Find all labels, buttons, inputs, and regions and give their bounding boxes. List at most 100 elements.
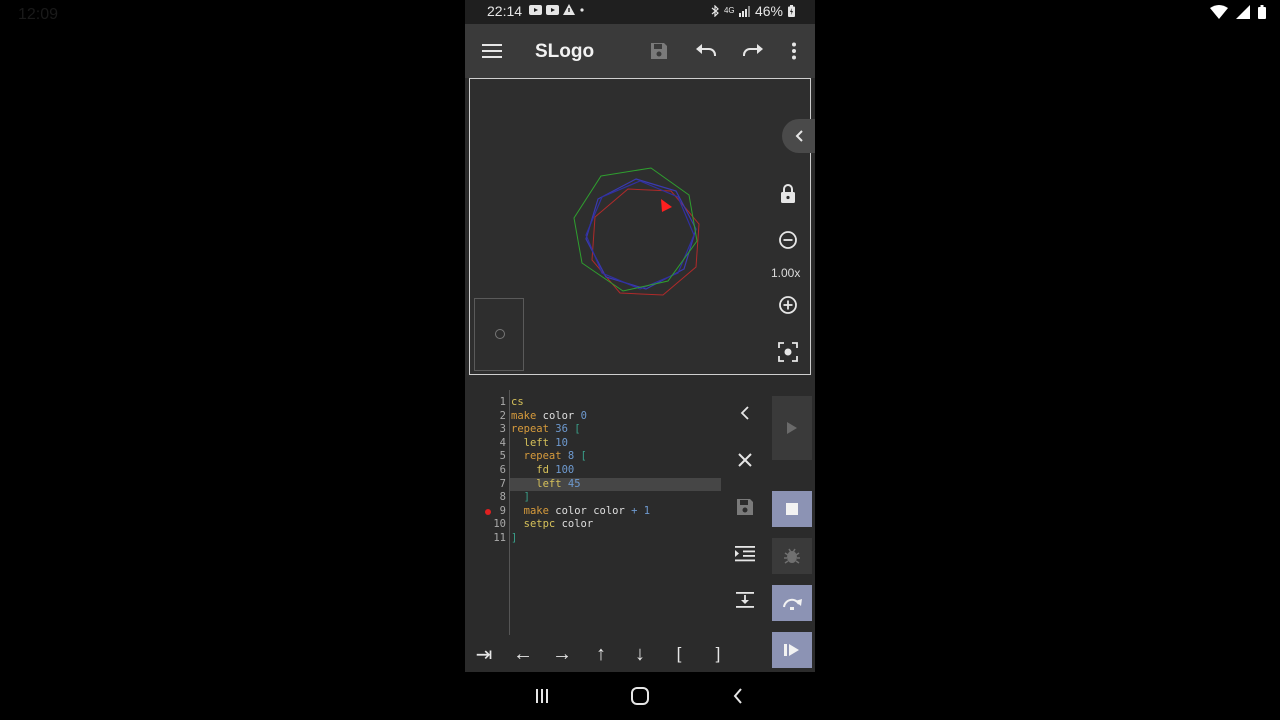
zoom-out-icon (779, 231, 797, 249)
line-number: 5 (499, 450, 506, 463)
step-over-button[interactable] (772, 585, 812, 621)
code-token: color (536, 409, 581, 422)
code-text: repeat 8 [ (511, 450, 587, 463)
status-time: 22:14 (487, 3, 523, 19)
line-number: 4 (499, 436, 506, 449)
more-options-button[interactable] (782, 39, 806, 63)
home-button[interactable] (628, 684, 652, 708)
minimap[interactable] (474, 298, 524, 371)
insert-button[interactable] (733, 588, 757, 612)
code-token: 10 (548, 436, 568, 449)
app-bar: SLogo (465, 24, 815, 78)
code-line[interactable]: 2 make color 0 (465, 410, 815, 423)
code-token: [ (574, 423, 581, 436)
collapse-editor-button[interactable] (733, 401, 757, 425)
keyboard-accessory-row: ⇥ ← → ↑ ↓ [ ] (465, 632, 815, 672)
trail-blue-inner (585, 180, 695, 290)
code-token: left (511, 436, 549, 449)
play-icon (787, 422, 797, 434)
canvas-panel-toggle[interactable] (782, 119, 815, 153)
back-button[interactable] (726, 684, 750, 708)
status-bar: 22:14 4G 46% (465, 0, 815, 24)
battery-charging-icon (788, 5, 795, 17)
code-token: color (555, 518, 594, 531)
step-button[interactable] (772, 632, 812, 668)
code-token: [ (580, 450, 587, 463)
line-number: 9 (499, 504, 506, 517)
app-title: SLogo (535, 41, 595, 62)
code-line[interactable]: 7 left 45 (465, 477, 815, 491)
center-view-button[interactable] (776, 340, 800, 364)
bluetooth-icon (711, 5, 719, 17)
format-indent-icon (735, 546, 755, 562)
more-vert-icon (792, 42, 796, 60)
save-button[interactable] (647, 39, 671, 63)
run-button[interactable] (772, 396, 812, 460)
code-token: + 1 (631, 504, 651, 517)
code-token: left (511, 477, 562, 490)
code-line[interactable]: 4 left 10 (465, 437, 815, 450)
cursor-up-key[interactable]: ↑ (587, 642, 615, 666)
recents-button[interactable] (530, 684, 554, 708)
status-right: 4G 46% (711, 3, 795, 19)
cursor-down-key[interactable]: ↓ (626, 642, 654, 666)
code-token: 36 (548, 423, 575, 436)
code-line[interactable]: 1 cs (465, 396, 815, 409)
code-token: fd (511, 464, 549, 476)
phone-screen: 22:14 4G 46% SLogo 1.00x 1 cs 2 make col… (465, 0, 815, 720)
lock-button[interactable] (776, 181, 800, 205)
code-token: ] (511, 532, 518, 544)
code-token: repeat (511, 423, 549, 436)
code-line[interactable]: 9 make color color + 1 (465, 505, 815, 518)
code-line[interactable]: 8 ] (465, 491, 815, 504)
close-bracket-key[interactable]: ] (704, 642, 732, 666)
navigation-bar (465, 672, 815, 720)
redo-button[interactable] (741, 39, 765, 63)
line-number: 3 (499, 423, 506, 436)
undo-icon (696, 44, 716, 56)
cursor-left-key[interactable]: ← (509, 642, 537, 666)
zoom-in-button[interactable] (776, 293, 800, 317)
code-line[interactable]: 3 repeat 36 [ (465, 423, 815, 436)
dot-icon (580, 7, 584, 12)
code-token: 100 (548, 464, 575, 476)
turtle-canvas[interactable]: 1.00x (469, 78, 815, 375)
code-line[interactable]: 6 fd 100 (465, 464, 815, 477)
chevron-left-icon (740, 406, 749, 420)
line-number: 2 (499, 409, 506, 422)
code-editor[interactable]: 1 cs 2 make color 0 3 repeat 36 [4 left 10 5 r… (465, 390, 815, 635)
close-icon (738, 453, 752, 467)
zoom-in-icon (779, 296, 797, 314)
format-button[interactable] (733, 542, 757, 566)
zoom-out-button[interactable] (776, 228, 800, 252)
debug-icon (784, 548, 800, 564)
network-type: 4G (723, 6, 735, 15)
home-icon (631, 687, 649, 705)
line-number: 7 (499, 477, 506, 490)
step-over-icon (783, 598, 802, 610)
stop-button[interactable] (772, 491, 812, 527)
recents-icon (536, 689, 548, 703)
signal-icon (1236, 5, 1250, 19)
code-text: setpc color (511, 518, 594, 531)
line-number: 6 (499, 464, 506, 476)
debug-button[interactable] (772, 538, 812, 574)
save-code-button[interactable] (733, 495, 757, 519)
code-text: make color color + 1 (511, 505, 650, 518)
save-icon (737, 499, 753, 515)
code-line[interactable]: 10 setpc color (465, 518, 815, 531)
clear-button[interactable] (733, 448, 757, 472)
open-bracket-key[interactable]: [ (665, 642, 693, 666)
code-line[interactable]: 11] (465, 532, 815, 545)
code-line[interactable]: 5 repeat 8 [ (465, 450, 815, 463)
undo-button[interactable] (694, 39, 718, 63)
youtube-icon (546, 4, 559, 15)
menu-icon (482, 44, 502, 58)
warning-icon (563, 4, 575, 15)
menu-button[interactable] (480, 39, 504, 63)
youtube-icon (529, 4, 542, 15)
tab-key[interactable]: ⇥ (470, 642, 498, 666)
cursor-right-key[interactable]: → (548, 642, 576, 666)
step-icon (784, 644, 799, 656)
center-focus-icon (778, 342, 798, 362)
